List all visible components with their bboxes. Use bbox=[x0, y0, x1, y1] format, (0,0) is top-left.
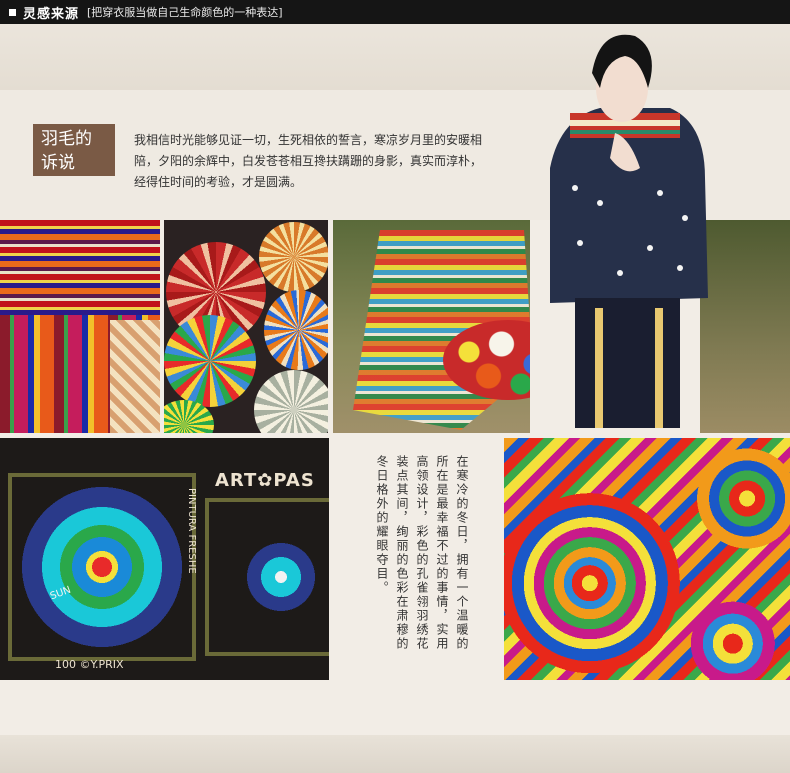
section-title: 灵感来源 bbox=[23, 6, 80, 22]
folk-art-painting-photo: ART✿PAS PINTURA FRESHE 100 ©Y.PRIX SUN bbox=[0, 438, 329, 680]
model-photo bbox=[530, 28, 730, 428]
art-label: ART✿PAS bbox=[215, 470, 315, 491]
art-prix: 100 ©Y.PRIX bbox=[55, 658, 124, 671]
art-panel bbox=[8, 473, 196, 661]
intro-paragraph: 我相信时光能够见证一切，生死相依的誓言，寒凉岁月里的安暖相陪，夕阳的余辉中，白发… bbox=[134, 133, 483, 189]
feather-story-tag: 羽毛的 诉说 bbox=[33, 124, 115, 176]
temari-ball bbox=[264, 290, 328, 370]
temari-ball bbox=[259, 222, 328, 292]
tag-line-1: 羽毛的 bbox=[41, 129, 92, 149]
art-pintura: PINTURA FRESHE bbox=[186, 488, 197, 574]
temari-balls-photo bbox=[164, 220, 328, 433]
section-header: 灵感来源 [把穿衣服当做自己生命颜色的一种表达] bbox=[0, 0, 790, 24]
model-figure bbox=[550, 34, 708, 428]
art-panel bbox=[205, 498, 329, 656]
inspiration-vertical-text: 在寒冷的冬日，拥有一个温暖的所在是最幸福不过的事情，实用高领设计，彩色的孔雀翎羽… bbox=[375, 455, 469, 651]
temari-ball bbox=[254, 370, 328, 433]
swirl-painting-photo bbox=[504, 438, 790, 680]
bottom-band bbox=[0, 735, 790, 773]
temari-ball bbox=[164, 315, 256, 407]
bullet-square-icon bbox=[9, 8, 16, 16]
textile-fold bbox=[110, 320, 160, 433]
textiles-photo bbox=[0, 220, 160, 433]
hammock-photo bbox=[333, 220, 530, 433]
tag-line-2: 诉说 bbox=[41, 153, 75, 173]
section-subtitle: [把穿衣服当做自己生命颜色的一种表达] bbox=[87, 6, 283, 19]
